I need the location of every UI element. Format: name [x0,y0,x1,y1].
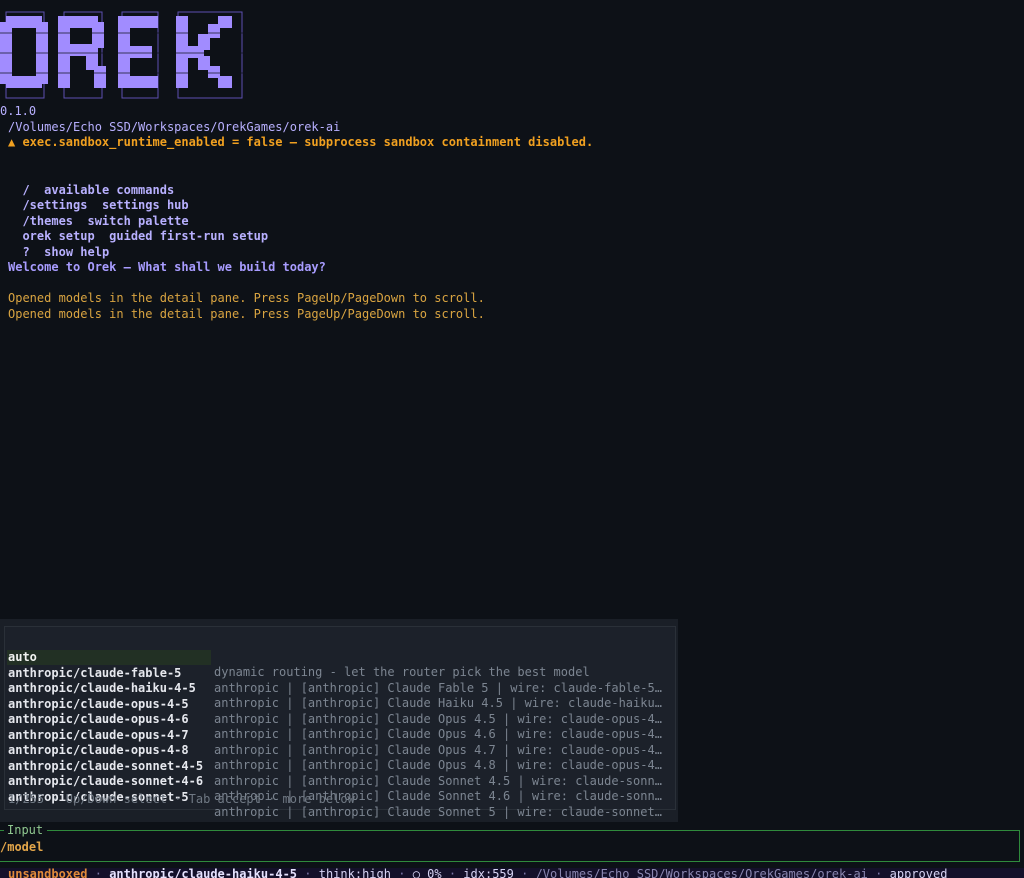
help-item-setup: orek setup guided first-run setup [8,212,268,243]
cwd-path: /Volumes/Echo SSD/Workspaces/OrekGames/o… [8,120,341,134]
completion-item-desc: anthropic | [anthropic] Claude Sonnet 5 … [214,805,662,819]
help-item-help: ? show help [8,228,109,259]
version-label: 0.1.0 [0,104,37,118]
completion-item[interactable]: anthropic/claude-opus-4-8 anthropic | [a… [7,728,662,772]
completion-item[interactable]: anthropic/claude-opus-4-7 anthropic | [a… [7,713,662,757]
status-separator: · [94,868,102,878]
help-description: show help [44,245,110,259]
completion-item-desc: anthropic | [anthropic] Claude Opus 4.7 … [214,743,662,757]
sandbox-status: unsandboxed [8,868,88,878]
help-command[interactable]: ? [22,245,29,259]
orek-logo [0,11,245,99]
welcome-message: Welcome to Orek — What shall we build to… [8,260,326,274]
model-completion-popup: auto dynamic routing - let the router pi… [0,619,678,822]
completion-item-desc: anthropic | [anthropic] Claude Opus 4.5 … [214,712,662,726]
completion-item[interactable]: anthropic/claude-haiku-4-5 anthropic | [… [7,666,662,710]
system-message: Opened models in the detail pane. Press … [8,291,485,305]
help-item-commands: / available commands [8,166,174,197]
completion-item[interactable]: anthropic/claude-sonnet-4-5 anthropic | … [7,744,662,788]
status-separator: · [304,868,312,878]
status-separator: · [521,868,529,878]
completion-list: auto dynamic routing - let the router pi… [4,626,676,819]
context-usage: ○ 0% [412,868,442,878]
completion-item[interactable]: anthropic/claude-fable-5 anthropic | [an… [7,651,662,695]
completion-item-desc: anthropic | [anthropic] Claude Opus 4.8 … [214,758,662,772]
help-item-themes: /themes switch palette [8,197,188,228]
completion-item-desc: anthropic | [anthropic] Claude Haiku 4.5… [214,696,662,710]
completion-item[interactable]: anthropic/claude-sonnet-4-6 anthropic | … [7,759,662,803]
input-label: Input [4,823,48,838]
completion-footer: 1/255 · Up/Down select · Tab accept · mo… [8,792,355,806]
completion-item-desc: anthropic | [anthropic] Claude Fable 5 |… [214,681,662,695]
completion-item-desc: anthropic | [anthropic] Claude Sonnet 4.… [214,774,662,788]
status-separator: · [398,868,406,878]
completion-item[interactable]: anthropic/claude-opus-4-5 anthropic | [a… [7,682,662,726]
index-count: idx:559 [463,868,514,878]
completion-item[interactable]: auto dynamic routing - let the router pi… [7,635,590,679]
status-bar: unsandboxed · anthropic/claude-haiku-4-5… [0,868,1024,878]
status-separator: · [448,868,457,878]
system-message: Opened models in the detail pane. Press … [8,307,485,321]
input-panel: Input /model [0,823,1020,862]
completion-item[interactable]: anthropic/claude-sonnet-5 anthropic | [a… [7,775,662,819]
think-level: think:high [318,868,391,878]
help-item-settings: /settings settings hub [8,181,188,212]
approval-status: approved [889,868,948,878]
completion-item[interactable]: anthropic/claude-opus-4-6 anthropic | [a… [7,697,662,741]
status-separator: · [875,868,883,878]
workspace-path: /Volumes/Echo SSD/Workspaces/OrekGames/o… [535,868,868,878]
active-model[interactable]: anthropic/claude-haiku-4-5 [109,868,297,878]
sandbox-warning: ▲ exec.sandbox_runtime_enabled = false —… [8,135,594,149]
completion-item-desc: dynamic routing - let the router pick th… [214,665,590,679]
completion-item-desc: anthropic | [anthropic] Claude Opus 4.6 … [214,727,662,741]
help-description: guided first-run setup [109,229,269,243]
command-input[interactable]: /model [0,839,43,855]
